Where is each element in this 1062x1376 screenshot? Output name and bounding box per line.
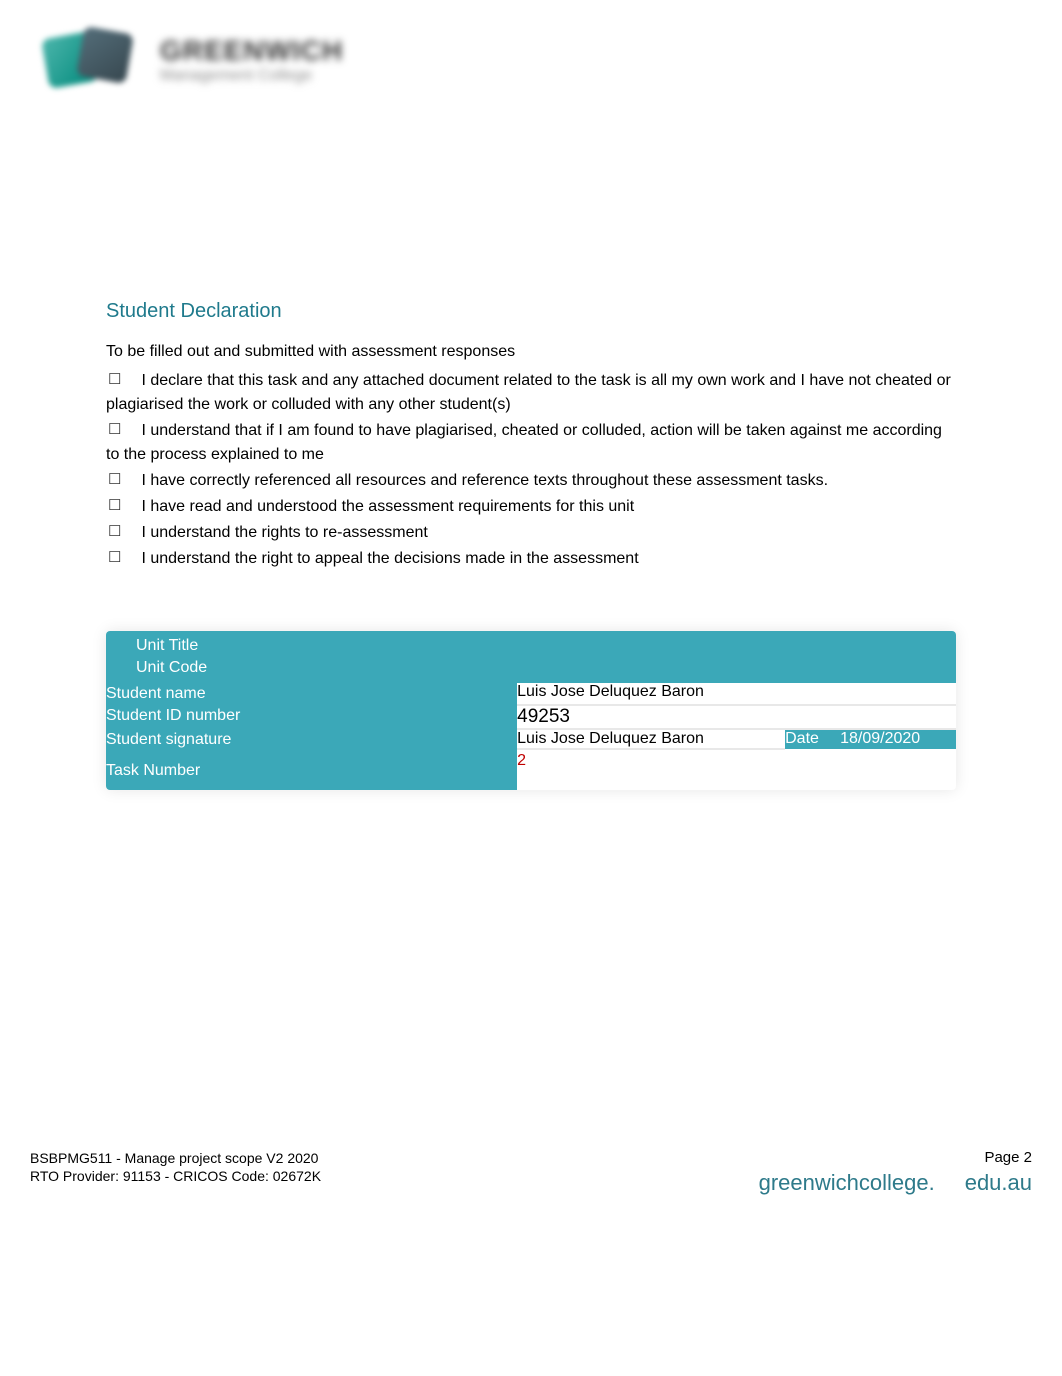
website-part1: greenwichcollege.: [759, 1170, 935, 1195]
student-id-value[interactable]: 49253: [517, 705, 956, 729]
declaration-text: I understand the rights to re-assessment: [141, 524, 427, 541]
logo-text: GREENWICH Management College: [160, 36, 343, 84]
declaration-text: I declare that this task and any attache…: [106, 372, 951, 413]
declaration-text: I understand that if I am found to have …: [106, 422, 942, 463]
task-number-value[interactable]: 2: [517, 752, 526, 769]
declaration-item: ☐ I understand the right to appeal the de…: [106, 547, 956, 571]
logo-title: GREENWICH: [160, 36, 343, 67]
checkbox-icon[interactable]: ☐: [108, 495, 121, 518]
checkbox-icon[interactable]: ☐: [108, 419, 121, 442]
declaration-heading: Student Declaration: [106, 300, 956, 323]
declaration-text: I understand the right to appeal the dec…: [141, 550, 638, 567]
student-name-label: Student name: [106, 683, 517, 705]
task-number-extra: [785, 752, 956, 770]
date-label: Date: [785, 730, 840, 749]
declaration-item: ☐I understand that if I am found to have…: [106, 419, 956, 467]
declaration-list: ☐I declare that this task and any attach…: [106, 369, 956, 571]
unit-title-value[interactable]: [517, 631, 956, 657]
declaration-text: I have correctly referenced all resource…: [141, 472, 828, 489]
declaration-intro: To be filled out and submitted with asse…: [106, 343, 956, 361]
declaration-item: ☐ I have read and understood the assessme…: [106, 495, 956, 519]
logo-mark-icon: [30, 20, 150, 100]
date-value[interactable]: 18/09/2020: [840, 730, 956, 749]
declaration-item: ☐ I have correctly referenced all resourc…: [106, 469, 956, 493]
logo-subtitle: Management College: [160, 67, 343, 85]
checkbox-icon[interactable]: ☐: [108, 547, 121, 570]
footer-provider: RTO Provider: 91153 - CRICOS Code: 02672…: [30, 1167, 321, 1185]
declaration-item: ☐ I understand the rights to re-assessmen…: [106, 521, 956, 545]
checkbox-icon[interactable]: ☐: [108, 521, 121, 544]
task-number-label: Task Number: [106, 752, 517, 790]
logo-area: GREENWICH Management College: [0, 0, 1062, 120]
student-name-value[interactable]: Luis Jose Deluquez Baron: [517, 683, 956, 705]
declaration-text: I have read and understood the assessmen…: [141, 498, 634, 515]
checkbox-icon[interactable]: ☐: [108, 369, 121, 392]
student-signature-value[interactable]: Luis Jose Deluquez Baron: [517, 730, 785, 749]
checkbox-icon[interactable]: ☐: [108, 469, 121, 492]
student-form-table: Unit Title Unit Code Student name Luis J…: [106, 631, 956, 790]
student-id-label: Student ID number: [106, 705, 517, 729]
unit-code-label: Unit Code: [106, 657, 517, 683]
page-footer: BSBPMG511 - Manage project scope V2 2020…: [0, 1139, 1062, 1206]
unit-code-value[interactable]: [517, 657, 956, 683]
footer-doc-title: BSBPMG511 - Manage project scope V2 2020: [30, 1149, 321, 1167]
page-number: Page 2: [759, 1149, 1032, 1166]
footer-website: greenwichcollege. edu.au: [759, 1170, 1032, 1196]
unit-title-label: Unit Title: [106, 631, 517, 657]
declaration-item: ☐I declare that this task and any attach…: [106, 369, 956, 417]
student-signature-label: Student signature: [106, 729, 517, 751]
website-part2: edu.au: [965, 1170, 1032, 1195]
